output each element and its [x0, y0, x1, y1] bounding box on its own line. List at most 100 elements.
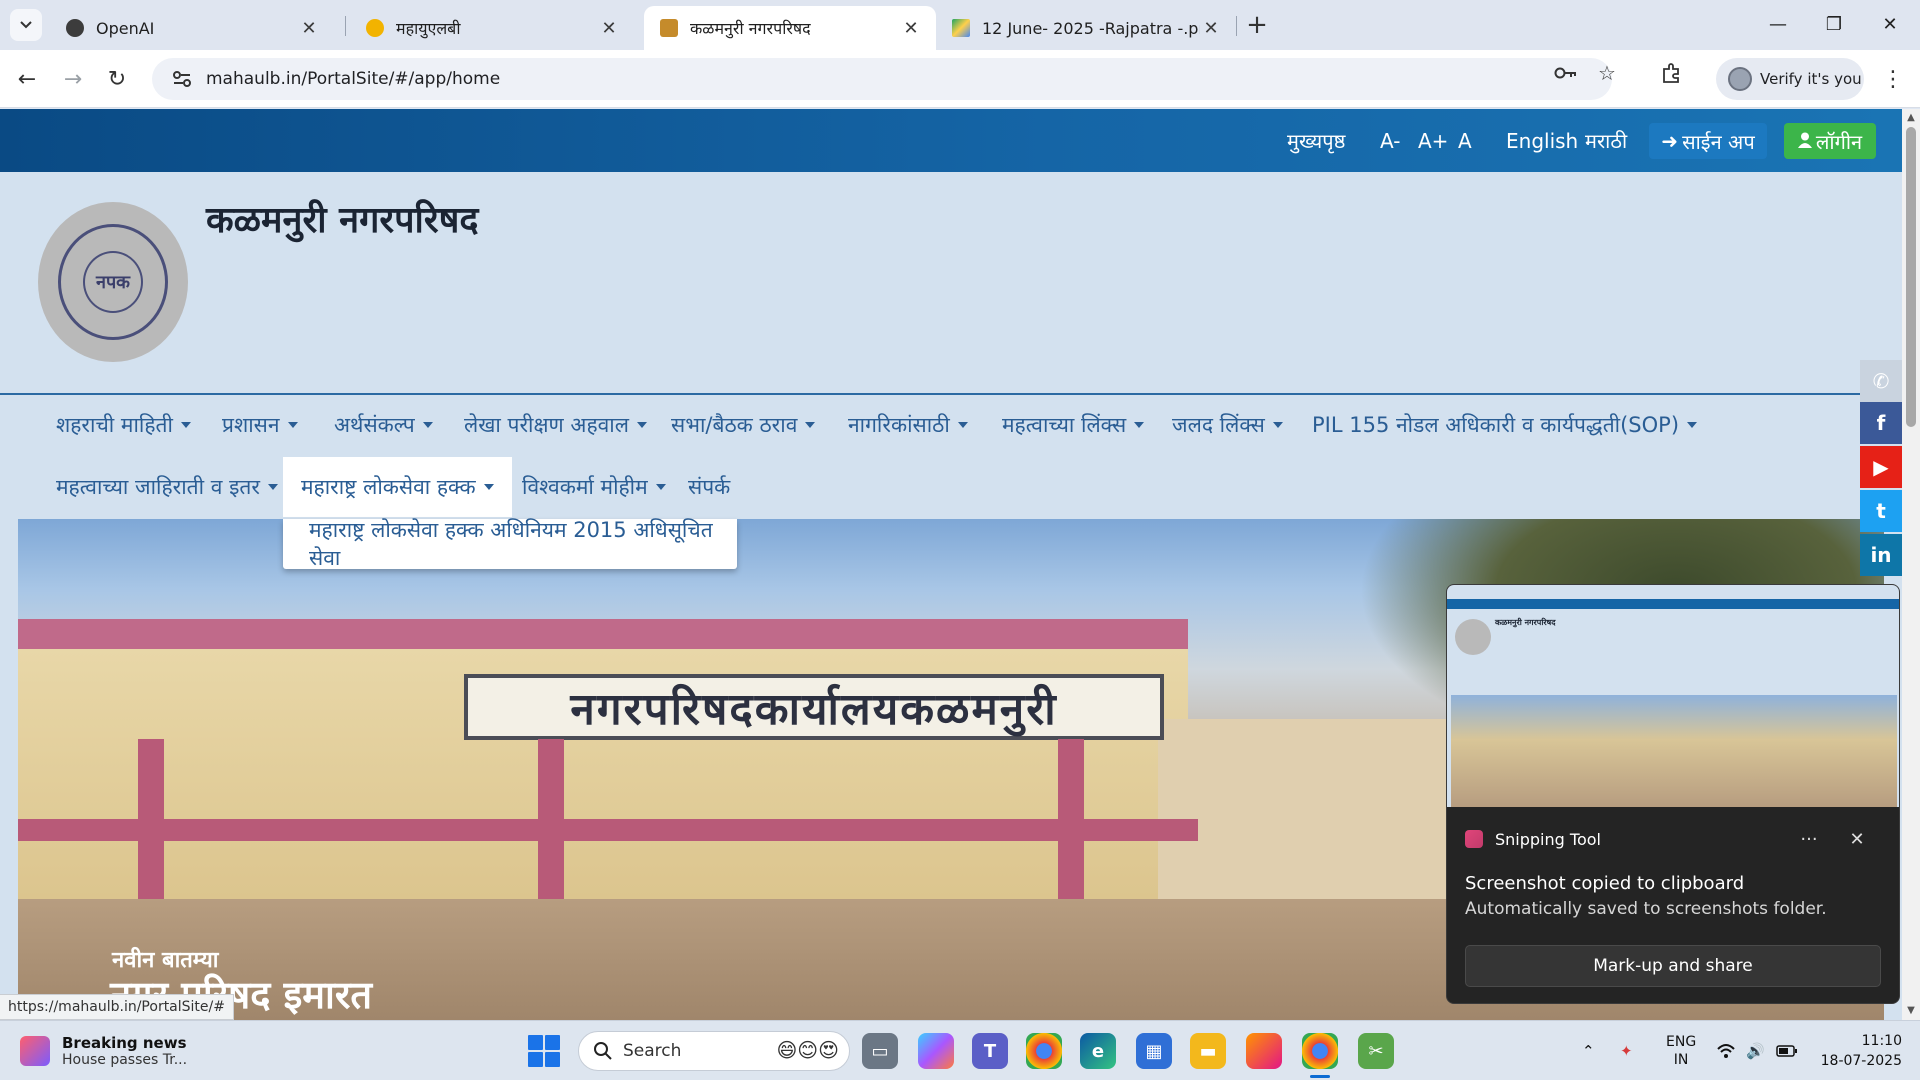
nav-important-ads[interactable]: महत्वाच्या जाहिराती व इतर: [38, 457, 296, 517]
site-title: कळमनुरी नगरपरिषद: [206, 200, 479, 241]
font-reset-button[interactable]: A: [1458, 109, 1472, 172]
browser-menu-button[interactable]: ⋮: [1880, 64, 1906, 94]
bookmark-star-icon[interactable]: ☆: [1594, 60, 1620, 86]
nav-administration[interactable]: प्रशासन: [204, 395, 316, 455]
task-view-icon[interactable]: ▭: [862, 1033, 898, 1069]
file-explorer-icon[interactable]: ▬: [1190, 1033, 1226, 1069]
chrome-profile-icon[interactable]: [1302, 1033, 1338, 1069]
browser-tab-bar: OpenAI ✕ महायुएलबी ✕ कळमनुरी नगरपरिषद ✕ …: [0, 0, 1920, 50]
snipping-app-icon[interactable]: ✂: [1358, 1033, 1394, 1069]
close-tab-icon[interactable]: ✕: [298, 18, 320, 39]
nav-for-citizens[interactable]: नागरिकांसाठी: [830, 395, 986, 455]
youtube-button[interactable]: ▶: [1860, 446, 1902, 488]
nav-important-links[interactable]: महत्वाच्या लिंक्स: [984, 395, 1162, 455]
tab-list-button[interactable]: [10, 9, 42, 41]
scroll-down-icon[interactable]: ▼: [1905, 1005, 1917, 1017]
mahaulb-favicon-icon: [366, 19, 384, 37]
news-widget-subtitle: House passes Tr...: [62, 1052, 188, 1068]
security-tray-icon[interactable]: ✦: [1620, 1021, 1633, 1080]
notification-submessage: Automatically saved to screenshots folde…: [1465, 899, 1827, 919]
tab-drive-rajpatra[interactable]: 12 June- 2025 -Rajpatra -.pmd.p ✕: [936, 6, 1236, 50]
nav-audit-report[interactable]: लेखा परीक्षण अहवाल: [446, 395, 665, 455]
reload-icon: ↻: [107, 66, 127, 92]
nav-contact[interactable]: संपर्क: [670, 457, 748, 517]
emoji-faces-icon: 😄😊😍: [776, 1038, 839, 1062]
system-clock[interactable]: 11:10 18-07-2025: [1818, 1031, 1902, 1071]
screenshot-preview[interactable]: कळमनुरी नगरपरिषद: [1447, 585, 1899, 807]
close-tab-icon[interactable]: ✕: [1200, 18, 1222, 39]
dropdown-menu-item[interactable]: महाराष्ट्र लोकसेवा हक्क अधिनियम 2015 अधि…: [283, 518, 737, 570]
nav-pil-155-sop[interactable]: PIL 155 नोडल अधिकारी व कार्यपद्धती(SOP): [1294, 395, 1715, 455]
twitter-button[interactable]: t: [1860, 490, 1902, 532]
extensions-icon[interactable]: [1658, 60, 1684, 86]
linkedin-icon: in: [1870, 543, 1892, 567]
font-smaller-button[interactable]: A-: [1380, 109, 1400, 172]
nav-meeting-resolutions[interactable]: सभा/बैठक ठराव: [653, 395, 833, 455]
tab-title: OpenAI: [96, 18, 155, 38]
reload-button[interactable]: ↻: [100, 62, 134, 96]
nav-home-link[interactable]: मुख्यपृष्ठ: [1287, 109, 1345, 172]
preview-title: कळमनुरी नगरपरिषद: [1495, 618, 1556, 627]
nav-budget[interactable]: अर्थसंकल्प: [316, 395, 451, 455]
teams-icon[interactable]: T: [972, 1033, 1008, 1069]
notification-close-button[interactable]: ✕: [1843, 825, 1871, 853]
caret-down-icon: [655, 484, 666, 490]
close-tab-icon[interactable]: ✕: [900, 18, 922, 39]
windows-logo-icon: [545, 1052, 560, 1067]
caret-down-icon: [636, 422, 647, 428]
facebook-button[interactable]: f: [1860, 402, 1902, 444]
phone-button[interactable]: ✆: [1860, 360, 1902, 402]
markup-share-button[interactable]: Mark-up and share: [1465, 945, 1881, 987]
start-button[interactable]: [528, 1035, 560, 1067]
chrome-icon[interactable]: [1026, 1033, 1062, 1069]
tray-overflow-icon[interactable]: ⌃: [1582, 1021, 1595, 1080]
youtube-icon: ▶: [1873, 455, 1889, 479]
tab-mahaulb[interactable]: महायुएलबी ✕: [350, 6, 634, 50]
minimize-button[interactable]: —: [1750, 0, 1806, 48]
scroll-up-icon[interactable]: ▲: [1905, 112, 1917, 124]
snipping-tool-notification[interactable]: कळमनुरी नगरपरिषद Snipping Tool ··· ✕ Scr…: [1446, 584, 1900, 1004]
nav-vishwakarma-campaign[interactable]: विश्वकर्मा मोहीम: [504, 457, 684, 517]
wifi-icon[interactable]: [1716, 1021, 1736, 1080]
scrollbar-thumb[interactable]: [1906, 127, 1916, 427]
language-english-link[interactable]: English: [1506, 109, 1578, 172]
profile-verify-button[interactable]: Verify it's you: [1716, 58, 1864, 100]
battery-icon[interactable]: [1776, 1021, 1798, 1080]
password-key-icon[interactable]: [1553, 60, 1579, 86]
login-button[interactable]: लॉगीन: [1784, 123, 1876, 159]
browser-toolbar: ← → ↻ mahaulb.in/PortalSite/#/app/home ☆…: [0, 50, 1920, 108]
language-marathi-link[interactable]: मराठी: [1585, 109, 1627, 172]
firefox-icon[interactable]: [1246, 1033, 1282, 1069]
forward-button[interactable]: →: [56, 62, 90, 96]
back-button[interactable]: ←: [10, 62, 44, 96]
microsoft-store-icon[interactable]: ▦: [1136, 1033, 1172, 1069]
close-tab-icon[interactable]: ✕: [598, 18, 620, 39]
page-scrollbar[interactable]: ▲ ▼: [1902, 109, 1920, 1020]
tab-kalamnuri[interactable]: कळमनुरी नगरपरिषद ✕: [644, 6, 936, 50]
signup-button[interactable]: ➜ साईन अप: [1649, 123, 1767, 159]
plus-icon: +: [1246, 10, 1268, 40]
new-tab-button[interactable]: +: [1242, 10, 1272, 40]
tab-openai[interactable]: OpenAI ✕: [50, 6, 334, 50]
nav-quick-links[interactable]: जलद लिंक्स: [1154, 395, 1301, 455]
input-language-indicator[interactable]: ENG IN: [1666, 1021, 1696, 1080]
clock-time: 11:10: [1861, 1033, 1902, 1049]
close-window-button[interactable]: ✕: [1862, 0, 1918, 48]
nav-city-info[interactable]: शहराची माहिती: [38, 395, 209, 455]
site-info-icon[interactable]: [162, 70, 202, 88]
preview-hero: [1451, 695, 1897, 807]
news-widget[interactable]: Breaking news House passes Tr...: [20, 1029, 187, 1073]
signup-label: साईन अप: [1682, 129, 1755, 154]
edge-icon[interactable]: e: [1080, 1033, 1116, 1069]
google-drive-icon: [952, 19, 970, 37]
notification-more-button[interactable]: ···: [1795, 825, 1823, 853]
nav-public-service-rights[interactable]: महाराष्ट्र लोकसेवा हक्क: [283, 457, 512, 517]
volume-icon[interactable]: 🔊: [1746, 1021, 1765, 1080]
linkedin-button[interactable]: in: [1860, 534, 1902, 576]
url-text[interactable]: mahaulb.in/PortalSite/#/app/home: [206, 69, 500, 89]
font-larger-button[interactable]: A+: [1418, 109, 1448, 172]
restore-button[interactable]: ❐: [1806, 0, 1862, 48]
address-bar[interactable]: mahaulb.in/PortalSite/#/app/home: [152, 58, 1612, 100]
copilot-icon[interactable]: [918, 1033, 954, 1069]
taskbar-search[interactable]: Search 😄😊😍: [578, 1031, 850, 1071]
